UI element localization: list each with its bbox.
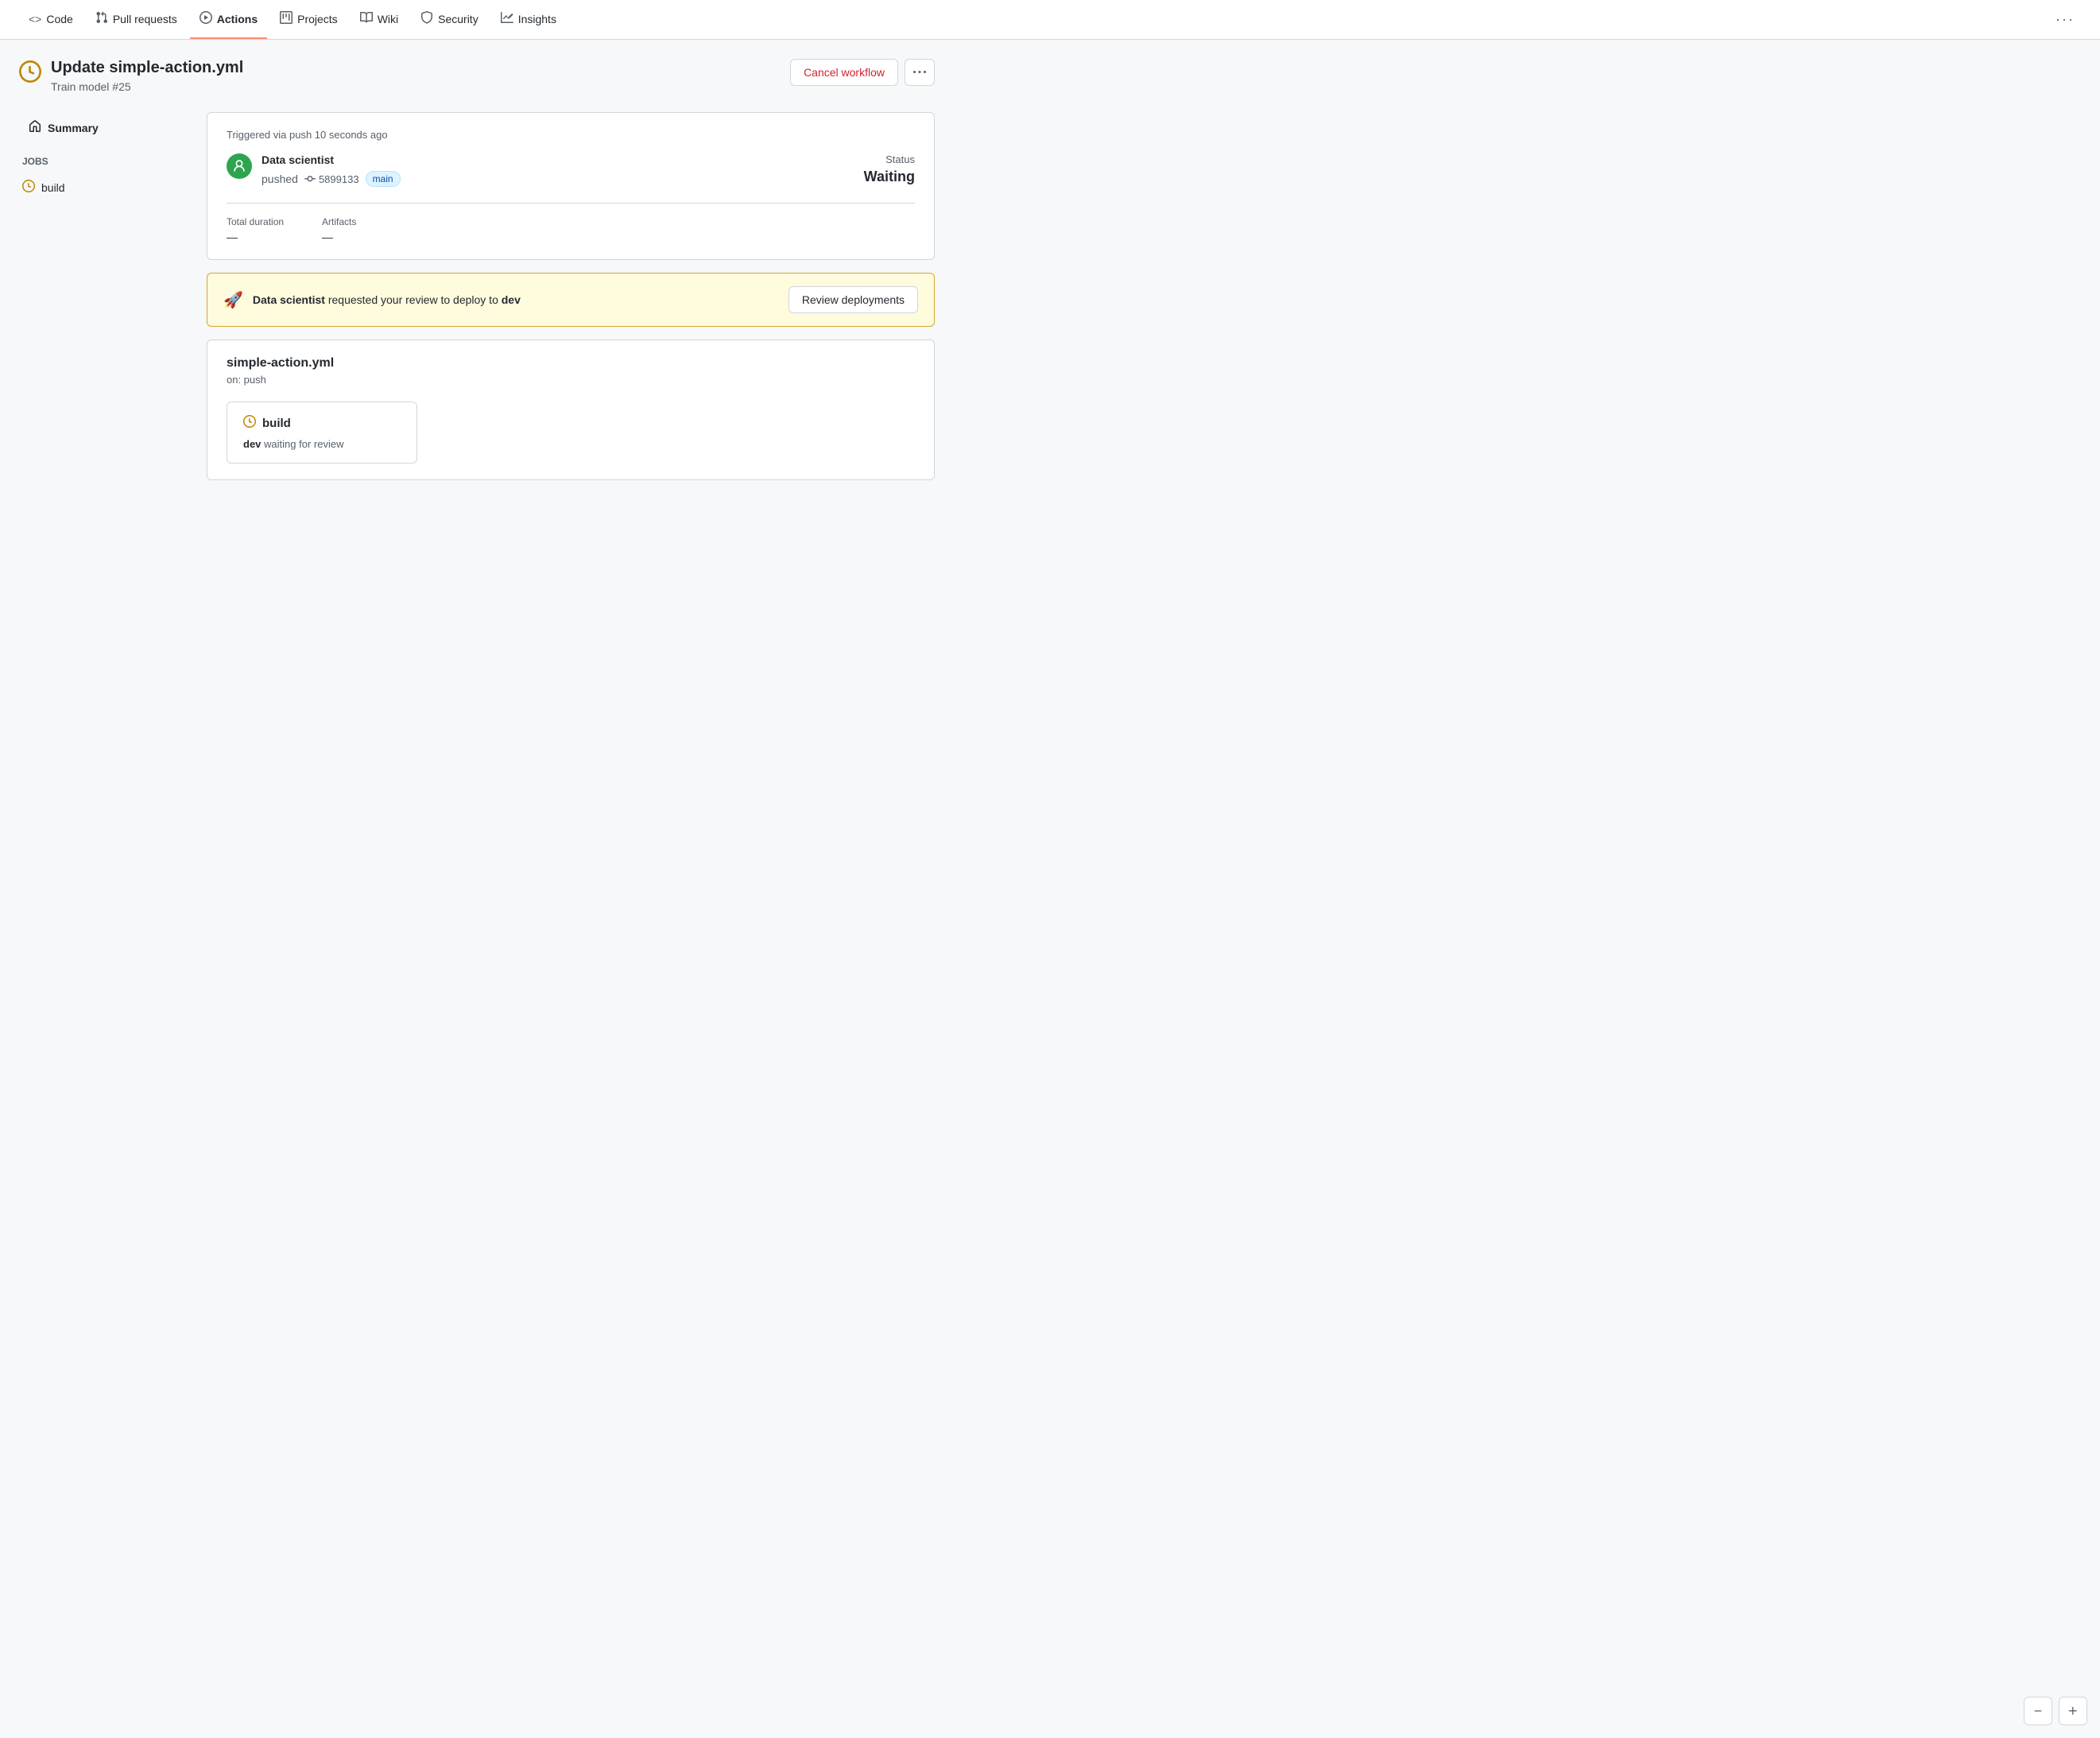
nav-item-insights[interactable]: Insights [491,0,566,39]
review-banner: 🚀 Data scientist requested your review t… [207,273,935,327]
trigger-commit: 5899133 [304,173,359,185]
sidebar-jobs-label: Jobs [19,156,194,167]
nav-label-projects: Projects [297,13,338,25]
security-icon [420,11,433,26]
review-banner-username: Data scientist [253,293,325,306]
workflow-status-icon [19,60,41,88]
trigger-left: Data scientist pushed 5899133 main [227,153,401,187]
nav-item-projects[interactable]: Projects [270,0,347,39]
trigger-details: Data scientist pushed 5899133 main [262,153,401,187]
nav-item-code[interactable]: <> Code [19,2,83,38]
job-name: build [262,417,291,430]
trigger-body: Data scientist pushed 5899133 main [227,153,915,187]
rocket-icon: 🚀 [223,290,243,310]
actions-icon [200,11,212,26]
sidebar-summary-label: Summary [48,122,99,134]
nav-label-insights: Insights [518,13,556,25]
nav-label-wiki: Wiki [378,13,398,25]
job-clock-icon [243,415,256,432]
trigger-user-name: Data scientist [262,153,401,166]
trigger-pushed-label: pushed [262,173,298,185]
job-status-prefix: dev [243,438,261,450]
trigger-duration-label: Total duration [227,216,284,227]
sidebar-job-build-label: build [41,181,65,194]
job-status-waiting: waiting for review [264,438,343,450]
bottom-corner-controls [2024,1697,2087,1725]
nav-item-pull-requests[interactable]: Pull requests [86,0,187,39]
workflow-subtitle: Train model #25 [51,80,243,93]
workflow-card: simple-action.yml on: push build dev [207,339,935,480]
review-banner-middle-text: requested your review to deploy to [328,293,502,306]
workflow-header: Update simple-action.yml Train model #25… [19,59,935,93]
zoom-out-button[interactable] [2024,1697,2052,1725]
job-box-header: build [243,415,401,432]
nav-label-security: Security [438,13,479,25]
workflow-header-left: Update simple-action.yml Train model #25 [19,59,243,93]
trigger-status-value: Waiting [864,169,915,185]
workflow-title-block: Update simple-action.yml Train model #25 [51,59,243,93]
insights-icon [501,11,513,26]
trigger-branch-badge: main [366,171,401,187]
trigger-header: Triggered via push 10 seconds ago [227,129,915,141]
workflow-filename: simple-action.yml [227,356,915,370]
top-navigation: <> Code Pull requests Actions Projects [0,0,2100,40]
nav-label-code: Code [46,13,72,25]
house-icon [29,120,41,135]
nav-more-button[interactable]: ··· [2049,0,2081,39]
projects-icon [280,11,293,26]
trigger-right: Status Waiting [864,153,915,185]
zoom-in-button[interactable] [2059,1697,2087,1725]
nav-item-actions[interactable]: Actions [190,0,267,39]
sidebar: Summary Jobs build [19,112,194,201]
review-banner-deploy-target: dev [502,293,521,306]
build-clock-icon [22,180,35,195]
nav-item-security[interactable]: Security [411,0,488,39]
nav-item-wiki[interactable]: Wiki [351,0,408,39]
wiki-icon [360,11,373,26]
review-banner-text: Data scientist requested your review to … [253,293,779,306]
review-deployments-button[interactable]: Review deployments [788,286,918,313]
workflow-title: Update simple-action.yml [51,59,243,77]
trigger-footer-duration: Total duration — [227,216,284,243]
trigger-duration-value: — [227,231,238,243]
user-avatar [227,153,252,179]
cancel-workflow-button[interactable]: Cancel workflow [790,59,898,86]
main-content: Summary Jobs build Triggered via push 10… [19,112,935,480]
more-options-button[interactable] [905,59,935,86]
trigger-card: Triggered via push 10 seconds ago Data s… [207,112,935,260]
job-box-status: dev waiting for review [243,438,401,450]
workflow-trigger: on: push [227,374,915,386]
job-box-build[interactable]: build dev waiting for review [227,402,417,464]
sidebar-job-build[interactable]: build [19,173,194,201]
trigger-status-label: Status [864,153,915,165]
trigger-artifacts-label: Artifacts [322,216,356,227]
trigger-footer: Total duration — Artifacts — [227,203,915,243]
right-panel: Triggered via push 10 seconds ago Data s… [207,112,935,480]
header-actions: Cancel workflow [790,59,935,86]
pull-request-icon [95,11,108,26]
trigger-footer-artifacts: Artifacts — [322,216,356,243]
nav-label-pull-requests: Pull requests [113,13,177,25]
trigger-meta: pushed 5899133 main [262,171,401,187]
trigger-artifacts-value: — [322,231,333,243]
nav-label-actions: Actions [217,13,258,25]
code-icon: <> [29,13,41,25]
trigger-commit-hash: 5899133 [319,173,359,185]
sidebar-summary-item[interactable]: Summary [19,112,194,143]
page-wrapper: Update simple-action.yml Train model #25… [0,40,954,499]
